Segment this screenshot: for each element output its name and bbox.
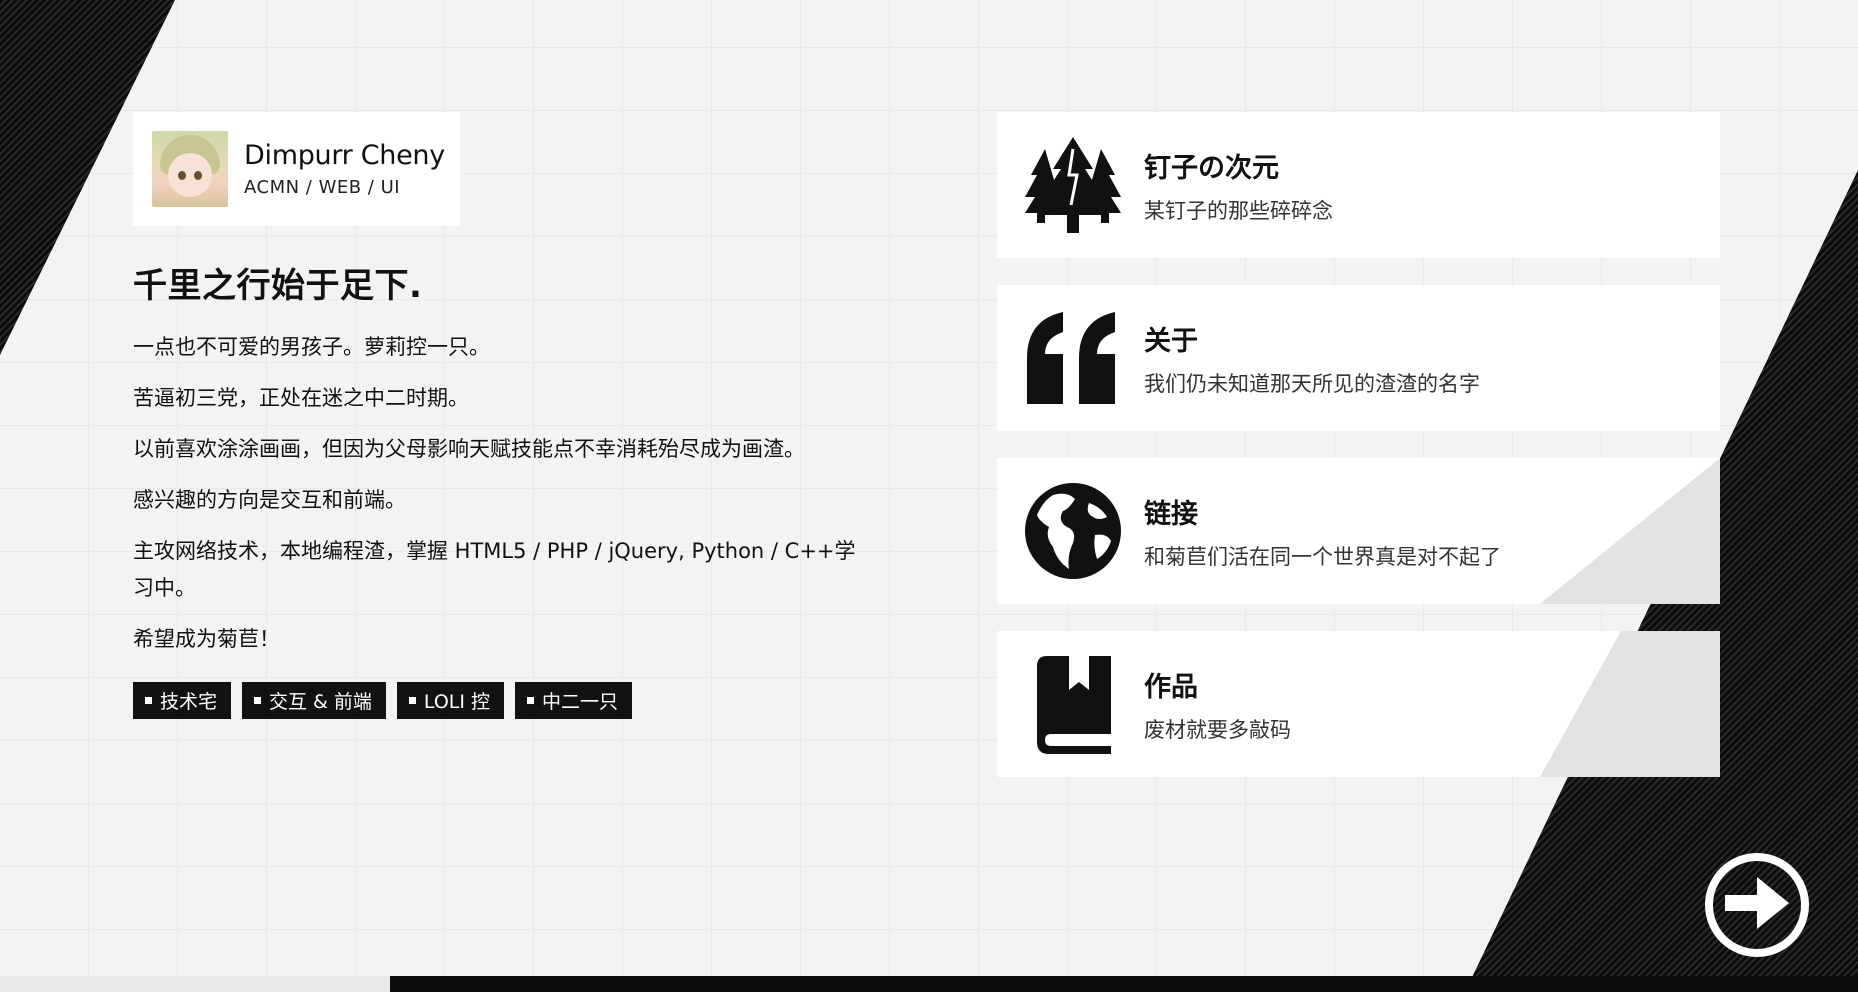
- card-subtitle: 废材就要多敲码: [1144, 717, 1291, 742]
- profile-name: Dimpurr Cheny: [244, 140, 445, 171]
- nav-card-blog[interactable]: 钉子の次元 某钉子的那些碎碎念: [997, 112, 1720, 258]
- bottom-bar-light: [0, 976, 390, 992]
- intro-paragraph: 希望成为菊苣！: [133, 627, 280, 651]
- intro-paragraph: 一点也不可爱的男孩子。萝莉控一只。: [133, 335, 490, 359]
- intro-paragraph: 以前喜欢涂涂画画，但因为父母影响天赋技能点不幸消耗殆尽成为画渣。: [133, 437, 805, 461]
- next-page-button[interactable]: [1705, 853, 1809, 957]
- trees-icon: [1023, 135, 1123, 235]
- tag: 技术宅: [133, 682, 232, 719]
- intro-paragraph: 感兴趣的方向是交互和前端。: [133, 488, 406, 512]
- globe-icon: [1023, 481, 1123, 581]
- tag: 交互 & 前端: [242, 682, 386, 719]
- card-title: 作品: [1144, 671, 1198, 703]
- card-subtitle: 我们仍未知道那天所见的渣渣的名字: [1144, 371, 1480, 396]
- tag: LOLI 控: [396, 682, 505, 719]
- intro-section: 千里之行始于足下. 一点也不可爱的男孩子。萝莉控一只。 苦逼初三党，正处在迷之中…: [133, 258, 863, 719]
- bottom-bar: [390, 976, 1858, 992]
- quote-icon: [1023, 308, 1123, 408]
- profile-card: Dimpurr Cheny ACMN / WEB / UI: [133, 112, 460, 226]
- card-title: 钉子の次元: [1144, 152, 1279, 184]
- avatar: [152, 131, 228, 207]
- card-title: 链接: [1144, 498, 1198, 530]
- profile-roles: ACMN / WEB / UI: [244, 177, 401, 198]
- card-subtitle: 某钉子的那些碎碎念: [1144, 198, 1333, 223]
- nav-card-about[interactable]: 关于 我们仍未知道那天所见的渣渣的名字: [997, 285, 1720, 431]
- card-subtitle: 和菊苣们活在同一个世界真是对不起了: [1144, 544, 1501, 569]
- tag-list: 技术宅 交互 & 前端 LOLI 控 中二一只: [133, 682, 863, 719]
- card-title: 关于: [1144, 325, 1198, 357]
- intro-paragraph: 主攻网络技术，本地编程渣，掌握 HTML5 / PHP / jQuery, Py…: [133, 539, 856, 600]
- arrow-right-icon: [1721, 873, 1793, 937]
- intro-paragraph: 苦逼初三党，正处在迷之中二时期。: [133, 386, 469, 410]
- tag: 中二一只: [515, 682, 633, 719]
- book-icon: [1023, 654, 1123, 754]
- intro-headline: 千里之行始于足下.: [133, 266, 423, 306]
